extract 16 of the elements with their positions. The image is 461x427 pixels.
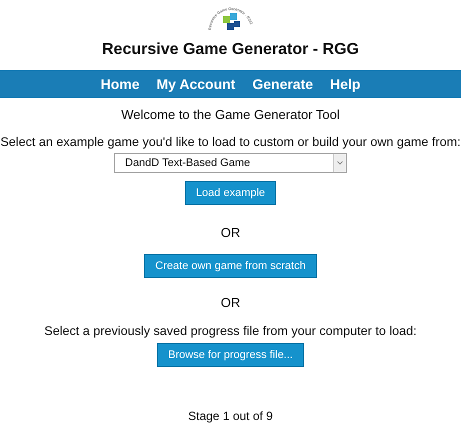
example-select[interactable]: DandD Text-Based Game <box>114 153 347 173</box>
or-text: OR <box>220 225 240 240</box>
create-game-button[interactable]: Create own game from scratch <box>144 254 317 278</box>
nav-link[interactable]: My Account <box>156 76 236 92</box>
nav-link[interactable]: Home <box>100 76 140 92</box>
welcome-text: Welcome to the Game Generator Tool <box>121 107 340 122</box>
caret-icon <box>337 161 343 165</box>
browse-button[interactable]: Browse for progress file... <box>157 343 304 367</box>
load-example-button[interactable]: Load example <box>184 181 276 205</box>
app-title: Recursive Game Generator - RGG <box>102 41 359 59</box>
stage-text: Stage 1 out of 9 <box>188 409 273 423</box>
nav-link[interactable]: Generate <box>252 76 314 92</box>
or-text: OR <box>220 295 240 310</box>
select-prompt: Select an example game you'd like to load to custom or build your own game from: <box>0 135 461 149</box>
file-prompt: Select a previously saved progress file from your computer to load: <box>44 324 417 338</box>
nav-link[interactable]: Help <box>330 76 360 92</box>
